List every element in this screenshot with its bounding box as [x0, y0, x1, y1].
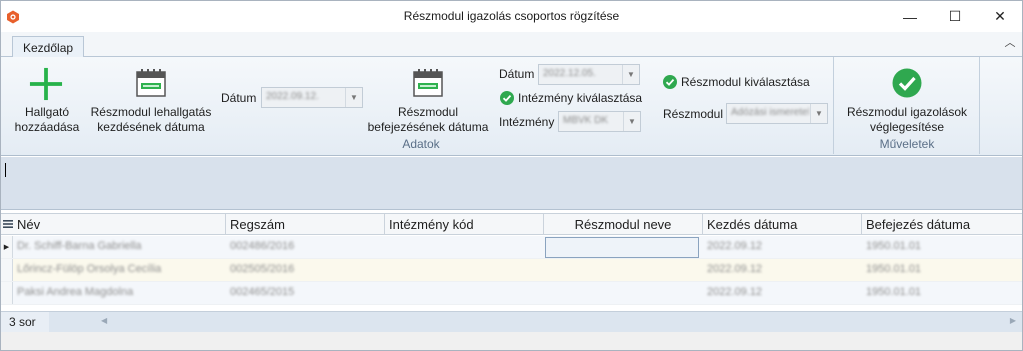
finalize-button[interactable]: Részmodul igazolások véglegesítése	[841, 63, 973, 135]
cell-reg[interactable]: 002486/2016	[230, 240, 380, 252]
cell-name[interactable]: Dr. Schiff-Barna Gabriella	[17, 240, 222, 252]
ribbon-collapse-icon[interactable]: ︿	[1004, 37, 1016, 49]
end-date-label-2: befejezésének dátuma	[367, 120, 489, 134]
close-button[interactable]: ✕	[977, 1, 1023, 32]
chevron-down-icon[interactable]: ▼	[623, 112, 640, 131]
institution-field-label: Intézmény	[499, 115, 555, 129]
start-date-field-label: Dátum	[221, 91, 257, 105]
cell-start[interactable]: 2022.09.12	[707, 240, 857, 252]
window-title: Részmodul igazolás csoportos rögzítése	[403, 9, 620, 23]
plus-icon	[29, 67, 63, 101]
column-header-nev[interactable]: Név	[13, 214, 226, 235]
start-date-field[interactable]: 2022.09.12. ▼	[261, 87, 363, 108]
add-student-button[interactable]: Hallgató hozzáadása	[9, 63, 85, 135]
cell-end[interactable]: 1950.01.01	[866, 263, 1016, 275]
scroll-right-icon[interactable]: ▶	[1010, 316, 1016, 325]
cell-end[interactable]: 1950.01.01	[866, 286, 1016, 298]
row-count: 3 sor	[9, 315, 36, 329]
column-header-regszam[interactable]: Regszám	[226, 214, 385, 235]
text-cursor	[5, 163, 6, 177]
row-indicator	[1, 282, 13, 304]
check-circle-icon	[500, 91, 514, 105]
current-row-indicator-icon: ▶	[1, 236, 13, 258]
column-menu-icon[interactable]	[3, 219, 13, 229]
group-separator	[833, 57, 834, 154]
finalize-label-1: Részmodul igazolások	[846, 105, 968, 119]
table-row[interactable]: Lőrincz-Fülöp Orsolya Cecília 002505/201…	[1, 259, 1022, 282]
cell-reg[interactable]: 002505/2016	[230, 263, 380, 275]
end-date-field-label: Dátum	[499, 67, 535, 81]
maximize-button[interactable]: ☐	[932, 1, 978, 32]
end-date-label-1: Részmodul	[397, 105, 459, 119]
start-date-button[interactable]: Részmodul lehallgatás kezdésének dátuma	[89, 63, 213, 135]
module-field-label: Részmodul	[663, 107, 724, 121]
column-header-intezmeny-kod[interactable]: Intézmény kód	[385, 214, 544, 235]
cell-reg[interactable]: 002465/2015	[230, 286, 380, 298]
grid-header: Név Regszám Intézmény kód Részmodul neve…	[1, 213, 1022, 235]
group-separator	[979, 57, 980, 154]
calendar-icon	[136, 69, 166, 97]
horizontal-scrollbar[interactable]: ◀ ▶	[49, 312, 1022, 332]
scroll-left-icon[interactable]: ◀	[101, 316, 107, 325]
cell-name[interactable]: Paksi Andrea Magdolna	[17, 286, 222, 298]
minimize-button[interactable]: —	[887, 1, 933, 32]
ribbon-tab-bar: Kezdőlap ︿	[1, 32, 1022, 58]
column-header-reszmodul-neve[interactable]: Részmodul neve	[544, 214, 703, 235]
column-header-kezdes-datuma[interactable]: Kezdés dátuma	[703, 214, 862, 235]
end-date-field[interactable]: 2022.12.05. ▼	[538, 64, 640, 85]
add-student-label-1: Hallgató	[24, 105, 70, 119]
module-check-label: Részmodul kiválasztása	[681, 75, 810, 89]
start-date-label-2: kezdésének dátuma	[97, 120, 205, 134]
cell-start[interactable]: 2022.09.12	[707, 263, 857, 275]
chevron-down-icon[interactable]: ▼	[345, 88, 362, 107]
check-circle-icon	[663, 75, 677, 89]
title-bar: Részmodul igazolás csoportos rögzítése —…	[1, 1, 1022, 32]
calendar-icon	[413, 69, 443, 97]
cell-end[interactable]: 1950.01.01	[866, 240, 1016, 252]
filter-panel[interactable]	[1, 157, 1022, 210]
app-window: Részmodul igazolás csoportos rögzítése —…	[0, 0, 1023, 351]
chevron-down-icon[interactable]: ▼	[622, 65, 639, 84]
students-grid: Név Regszám Intézmény kód Részmodul neve…	[1, 211, 1022, 313]
row-indicator	[1, 259, 13, 281]
module-field[interactable]: Adózási ismeretek ▼	[726, 103, 828, 124]
ribbon-panel: Hallgató hozzáadása Részmodul lehallgatá…	[1, 57, 1022, 156]
institution-field[interactable]: MBVK DK ▼	[558, 111, 641, 132]
cell-name[interactable]: Lőrincz-Fülöp Orsolya Cecília	[17, 263, 222, 275]
chevron-down-icon[interactable]: ▼	[810, 104, 827, 123]
tab-kezdolap[interactable]: Kezdőlap	[12, 36, 85, 58]
module-value: Adózási ismeretek	[731, 107, 809, 118]
column-header-befejezes-datuma[interactable]: Befejezés dátuma	[862, 214, 1022, 235]
cell-start[interactable]: 2022.09.12	[707, 286, 857, 298]
institution-check-label: Intézmény kiválasztása	[518, 91, 643, 105]
group-caption-muveletek: Műveletek	[879, 137, 935, 151]
institution-value: MBVK DK	[563, 115, 609, 126]
end-date-value: 2022.12.05.	[543, 68, 596, 79]
add-student-label-2: hozzáadása	[14, 120, 80, 134]
check-circle-icon	[892, 68, 922, 98]
status-bar: 3 sor ◀ ▶	[1, 311, 1022, 332]
table-row[interactable]: Paksi Andrea Magdolna 002465/2015 2022.0…	[1, 282, 1022, 305]
cell-module-selected[interactable]	[545, 237, 699, 258]
group-caption-adatok: Adatok	[402, 137, 440, 151]
finalize-label-2: véglegesítése	[869, 120, 945, 134]
window-footer	[1, 332, 1022, 350]
start-date-label-1: Részmodul lehallgatás	[90, 105, 212, 119]
start-date-value: 2022.09.12.	[266, 91, 319, 102]
end-date-button[interactable]: Részmodul befejezésének dátuma	[367, 63, 489, 135]
table-row[interactable]: ▶ Dr. Schiff-Barna Gabriella 002486/2016…	[1, 236, 1022, 259]
